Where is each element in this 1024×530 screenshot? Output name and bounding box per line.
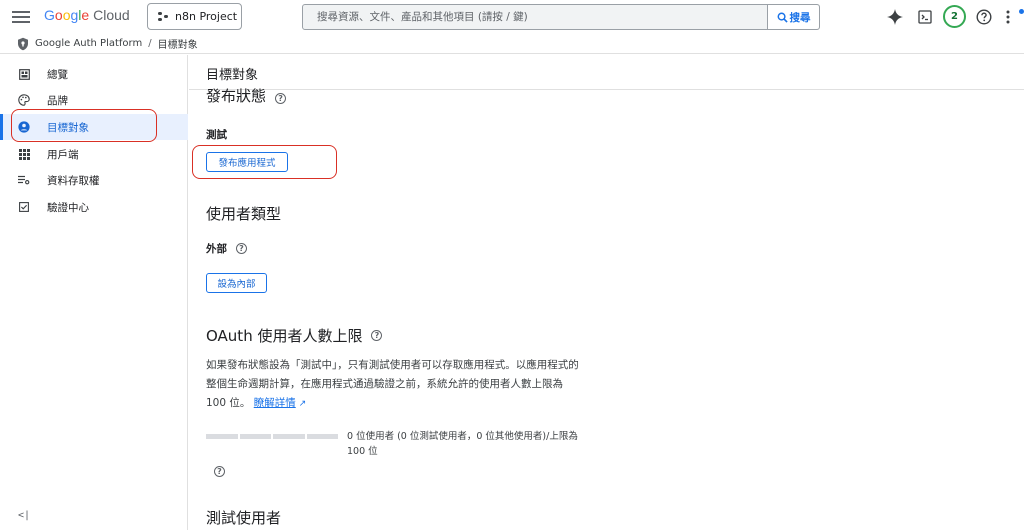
project-name: n8n Project [175, 10, 238, 23]
data-access-icon [18, 174, 30, 186]
cloud-shell-icon[interactable] [914, 6, 936, 28]
google-cloud-logo[interactable]: Google Cloud [44, 7, 130, 23]
breadcrumb-separator: / [148, 38, 152, 49]
page-title: 目標對象 [206, 68, 259, 83]
gemini-icon[interactable] [884, 6, 906, 28]
external-link-icon: ↗ [298, 399, 307, 409]
help-circle-icon[interactable]: ? [236, 243, 247, 254]
collapse-sidebar-button[interactable]: <| [18, 510, 30, 521]
publish-app-button[interactable]: 發布應用程式 [206, 152, 288, 172]
help-circle-icon[interactable]: ? [275, 92, 287, 104]
user-cap-progress-bar [206, 434, 338, 439]
divider [189, 89, 1024, 90]
person-icon [18, 121, 30, 133]
oauth-description: 如果發布狀態設為「測試中」，只有測試使用者可以存取應用程式。以應用程式的整個生命… [206, 359, 579, 409]
dashboard-icon [18, 68, 30, 80]
sidebar-item-overview[interactable]: 總覽 [0, 61, 188, 87]
search-icon [777, 12, 788, 23]
sidebar: 總覽 品牌 目標對象 用戶端 資料存取權 驗證中心 <| [0, 55, 188, 530]
user-type-heading: 使用者類型 [206, 205, 282, 223]
user-cap-progress-text: 0 位使用者 (0 位測試使用者，0 位其他使用者)/上限為 100 位 [347, 431, 578, 457]
publish-status-heading: 發布狀態 ? [206, 87, 287, 109]
menu-icon[interactable] [12, 8, 30, 26]
publish-status-value: 測試 [206, 129, 227, 141]
sidebar-item-data-access[interactable]: 資料存取權 [0, 167, 188, 193]
make-internal-button[interactable]: 設為內部 [206, 273, 267, 293]
sidebar-item-verification-center[interactable]: 驗證中心 [0, 194, 188, 220]
project-icon [158, 11, 168, 22]
checkbox-icon [18, 201, 30, 213]
help-circle-icon[interactable]: ? [214, 466, 225, 477]
learn-more-link[interactable]: 瞭解詳情 [254, 397, 296, 409]
more-vert-icon[interactable] [1002, 6, 1014, 28]
search-input[interactable] [303, 5, 767, 29]
sidebar-item-audience[interactable]: 目標對象 [0, 114, 188, 140]
breadcrumb-product-link[interactable]: Google Auth Platform [35, 38, 142, 49]
oauth-user-cap-heading: OAuth 使用者人數上限 ? [206, 325, 383, 346]
help-circle-icon[interactable]: ? [371, 330, 383, 341]
test-users-heading: 測試使用者 [206, 509, 282, 527]
help-icon[interactable] [973, 6, 995, 28]
top-bar: Google Cloud n8n Project 搜尋 2 [0, 0, 1024, 34]
sidebar-item-branding[interactable]: 品牌 [0, 87, 188, 113]
breadcrumb-current-page: 目標對象 [157, 40, 198, 51]
palette-icon [18, 94, 30, 106]
search-button[interactable]: 搜尋 [767, 5, 819, 29]
notification-dot [1019, 9, 1024, 14]
breadcrumb: Google Auth Platform / 目標對象 [0, 34, 1024, 54]
project-picker-button[interactable]: n8n Project [147, 3, 242, 30]
shield-icon [18, 37, 28, 50]
grid-icon [18, 148, 30, 160]
sidebar-item-clients[interactable]: 用戶端 [0, 141, 188, 167]
search-bar: 搜尋 [302, 4, 820, 30]
user-type-value: 外部 ? [206, 241, 247, 256]
notifications-badge[interactable]: 2 [943, 5, 966, 28]
